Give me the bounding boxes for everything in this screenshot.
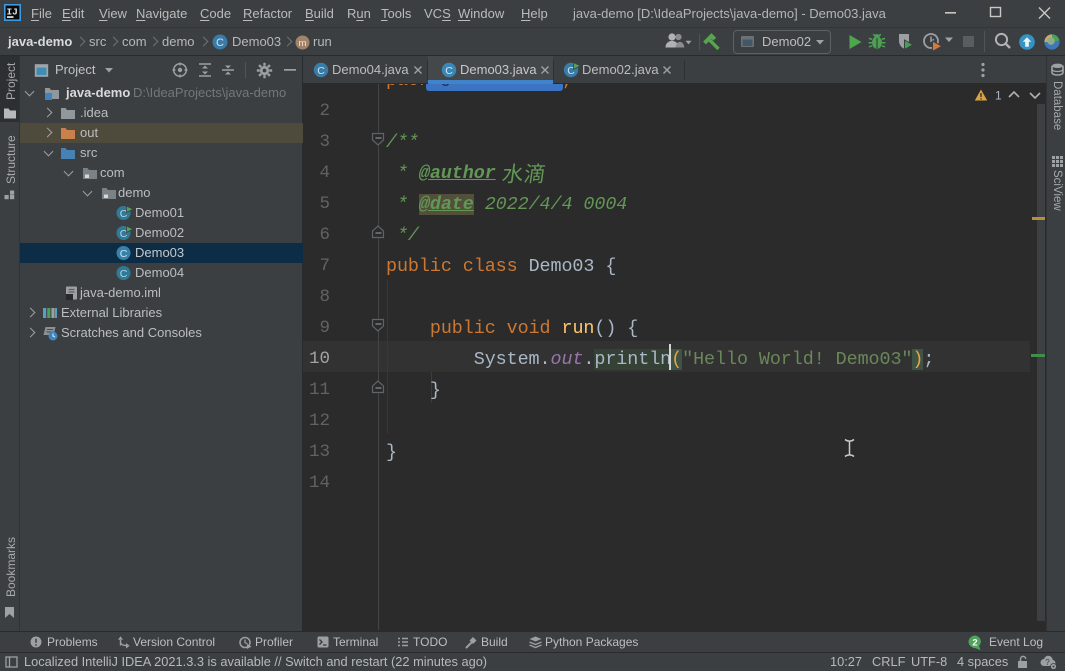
svg-text:C: C <box>317 65 325 77</box>
svg-text:1: 1 <box>995 89 1002 103</box>
svg-text:2: 2 <box>972 638 977 649</box>
svg-text:m: m <box>299 38 307 49</box>
svg-text:C: C <box>120 268 128 280</box>
svg-text:C: C <box>216 37 224 49</box>
svg-text:?: ? <box>1045 658 1050 667</box>
svg-text:C: C <box>445 65 453 77</box>
svg-text:IJ: IJ <box>6 7 17 18</box>
svg-text:C: C <box>120 248 128 260</box>
